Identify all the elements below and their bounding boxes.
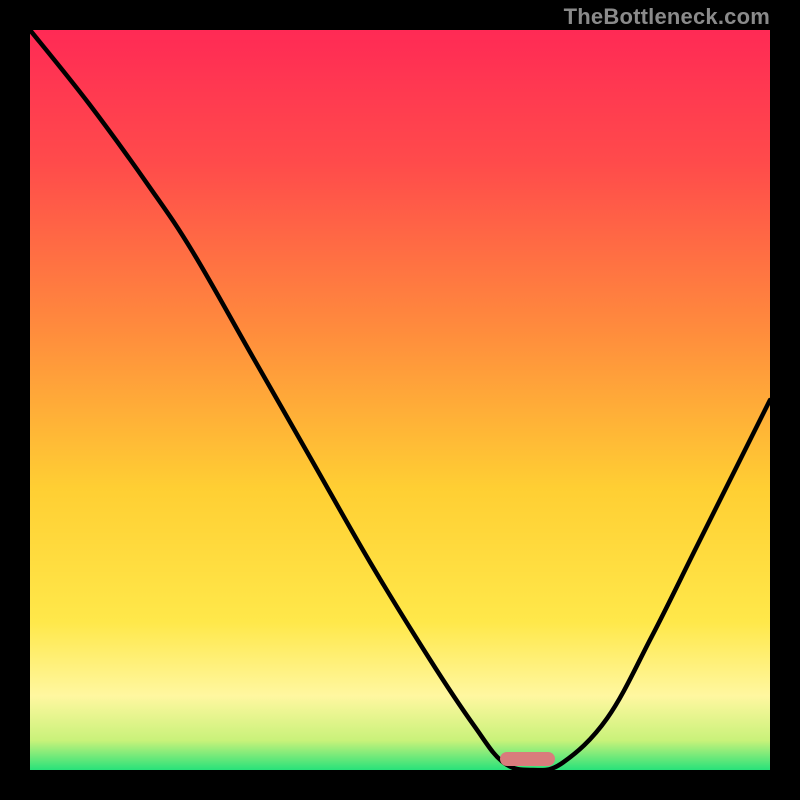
optimal-marker [500,752,556,766]
bottleneck-curve [30,30,770,770]
chart-frame: TheBottleneck.com [0,0,800,800]
plot-area [30,30,770,770]
watermark-text: TheBottleneck.com [564,4,770,30]
